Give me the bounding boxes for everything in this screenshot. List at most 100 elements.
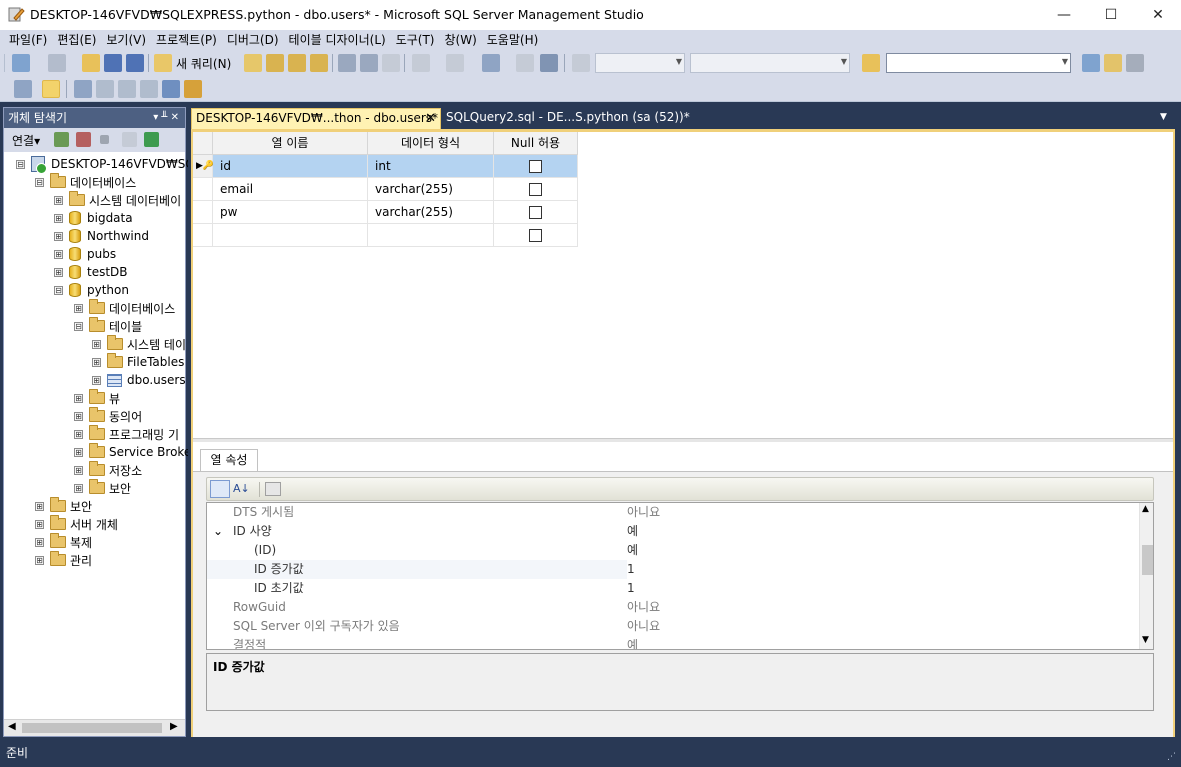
property-row[interactable]: RowGuid 아니요 bbox=[207, 598, 1139, 617]
expand-icon[interactable]: ⊞ bbox=[54, 267, 63, 277]
scrollbar-thumb[interactable] bbox=[1142, 545, 1153, 575]
menu-view[interactable]: 보기(V) bbox=[101, 30, 151, 50]
tree-node-dbo-users[interactable]: ⊞ dbo.users bbox=[92, 371, 186, 389]
tree-node-databases[interactable]: ⊟ 데이터베이스 bbox=[35, 173, 136, 191]
expand-icon[interactable]: ⊞ bbox=[74, 465, 83, 475]
tree-node-service-broker[interactable]: ⊞ Service Broker bbox=[74, 443, 196, 461]
property-pages-icon[interactable] bbox=[265, 482, 281, 496]
tab-sqlquery2[interactable]: SQLQuery2.sql - DE...S.python (sa (52))* bbox=[446, 108, 690, 129]
expand-icon[interactable]: ⊞ bbox=[74, 447, 83, 457]
expand-icon[interactable]: ⊞ bbox=[92, 339, 101, 349]
paste-icon[interactable] bbox=[382, 54, 400, 72]
expand-icon[interactable]: ⊞ bbox=[35, 519, 44, 529]
menu-debug[interactable]: 디버그(D) bbox=[222, 30, 284, 50]
row-selector[interactable] bbox=[193, 178, 213, 201]
tree-node-system-tables[interactable]: ⊞ 시스템 테이 bbox=[92, 335, 186, 353]
scrollbar-thumb[interactable] bbox=[22, 723, 162, 733]
row-selector[interactable] bbox=[193, 224, 213, 247]
save-all-icon[interactable] bbox=[126, 54, 144, 72]
check-constraints-icon[interactable] bbox=[162, 80, 180, 98]
panel-pin-close-icons[interactable]: ▾ ╨ ✕ bbox=[153, 108, 179, 128]
cell-data-type[interactable] bbox=[368, 224, 494, 247]
allow-nulls-checkbox[interactable] bbox=[529, 160, 542, 173]
new-query-icon[interactable] bbox=[154, 54, 172, 72]
scroll-right-icon[interactable]: ▶ bbox=[170, 721, 178, 732]
property-row[interactable]: 결정적 예 bbox=[207, 636, 1139, 649]
fulltext-index-icon[interactable] bbox=[118, 80, 136, 98]
menu-file[interactable]: 파일(F) bbox=[4, 30, 52, 50]
activity-monitor-icon[interactable] bbox=[540, 54, 558, 72]
expand-icon[interactable]: ⊞ bbox=[35, 555, 44, 565]
collapse-chevron-icon[interactable]: ⌄ bbox=[213, 522, 223, 541]
navigate-icon[interactable] bbox=[482, 54, 500, 72]
tree-node-server-objects[interactable]: ⊞ 서버 개체 bbox=[35, 515, 118, 533]
expand-icon[interactable]: ⊞ bbox=[74, 393, 83, 403]
expand-icon[interactable]: ⊞ bbox=[74, 483, 83, 493]
tree-node-replication[interactable]: ⊞ 복제 bbox=[35, 533, 92, 551]
primary-key-icon[interactable] bbox=[42, 80, 60, 98]
expand-icon[interactable]: ⊞ bbox=[54, 231, 63, 241]
solution-explorer-icon[interactable] bbox=[1082, 54, 1100, 72]
categorized-icon[interactable] bbox=[210, 480, 230, 498]
disconnect-icon[interactable] bbox=[76, 132, 91, 147]
resize-grip-icon[interactable]: ⋰ bbox=[1167, 746, 1177, 762]
tab-list-dropdown-icon[interactable]: ▼ bbox=[1160, 112, 1167, 122]
cell-data-type[interactable]: int bbox=[368, 155, 494, 178]
undo-icon[interactable] bbox=[412, 54, 430, 72]
cut-icon[interactable] bbox=[338, 54, 356, 72]
allow-nulls-checkbox[interactable] bbox=[529, 183, 542, 196]
expand-icon[interactable]: ⊞ bbox=[35, 501, 44, 511]
add-item-icon[interactable] bbox=[48, 54, 66, 72]
tree-node-system-databases[interactable]: ⊞ 시스템 데이터베이 bbox=[54, 191, 181, 209]
minimize-button[interactable]: — bbox=[1041, 0, 1087, 30]
expand-icon[interactable]: ⊞ bbox=[92, 357, 101, 367]
collapse-icon[interactable]: ⊟ bbox=[35, 177, 44, 187]
tree-node-pubs[interactable]: ⊞ pubs bbox=[54, 245, 116, 263]
property-row[interactable]: DTS 게시됨 아니요 bbox=[207, 503, 1139, 522]
expand-icon[interactable]: ⊞ bbox=[74, 429, 83, 439]
menu-edit[interactable]: 편집(E) bbox=[52, 30, 101, 50]
solution-config-combo[interactable]: ▼ bbox=[595, 53, 685, 73]
tree-node-db-security[interactable]: ⊞ 보안 bbox=[74, 479, 131, 497]
maximize-button[interactable]: ☐ bbox=[1088, 0, 1134, 30]
tree-node-database-diagrams[interactable]: ⊞ 데이터베이스 bbox=[74, 299, 175, 317]
tab-table-designer[interactable]: DESKTOP-146VFVD₩...thon - dbo.users* ✕ bbox=[191, 108, 441, 129]
spatial-index-icon[interactable] bbox=[184, 80, 202, 98]
tree-node-northwind[interactable]: ⊞ Northwind bbox=[54, 227, 149, 245]
alphabetical-icon[interactable]: A↓ bbox=[233, 480, 251, 498]
collapse-icon[interactable]: ⊟ bbox=[74, 321, 83, 331]
allow-nulls-checkbox[interactable] bbox=[529, 206, 542, 219]
database-engine-query-icon[interactable] bbox=[244, 54, 262, 72]
close-tab-icon[interactable]: ✕ bbox=[425, 109, 436, 128]
tab-column-properties[interactable]: 열 속성 bbox=[200, 449, 258, 471]
open-file-icon[interactable] bbox=[82, 54, 100, 72]
xmla-query-icon[interactable] bbox=[310, 54, 328, 72]
xml-index-icon[interactable] bbox=[140, 80, 158, 98]
expand-icon[interactable]: ⊞ bbox=[54, 195, 63, 205]
dropdown-icon[interactable] bbox=[516, 54, 534, 72]
property-row[interactable]: ID 초기값 1 bbox=[207, 579, 1139, 598]
tree-node-filetables[interactable]: ⊞ FileTables bbox=[92, 353, 184, 371]
cell-column-name[interactable]: id bbox=[213, 155, 368, 178]
property-grid-scrollbar[interactable]: ▲ ▼ bbox=[1139, 503, 1153, 649]
refresh-icon[interactable] bbox=[144, 132, 159, 147]
relationships-icon[interactable] bbox=[74, 80, 92, 98]
tree-node-tables[interactable]: ⊟ 테이블 bbox=[74, 317, 142, 335]
menu-help[interactable]: 도움말(H) bbox=[482, 30, 544, 50]
property-row-identity-spec[interactable]: ⌄ ID 사양 예 bbox=[207, 522, 1139, 541]
menu-table-designer[interactable]: 테이블 디자이너(L) bbox=[284, 30, 391, 50]
close-button[interactable]: ✕ bbox=[1135, 0, 1181, 30]
tree-node-python[interactable]: ⊟ python bbox=[54, 281, 129, 299]
connect-object-icon[interactable] bbox=[54, 132, 69, 147]
tree-node-bigdata[interactable]: ⊞ bigdata bbox=[54, 209, 133, 227]
scroll-left-icon[interactable]: ◀ bbox=[8, 721, 16, 732]
row-selector[interactable] bbox=[193, 201, 213, 224]
cell-column-name[interactable]: email bbox=[213, 178, 368, 201]
scroll-down-icon[interactable]: ▼ bbox=[1142, 635, 1149, 645]
cell-data-type[interactable]: varchar(255) bbox=[368, 201, 494, 224]
property-row-selected[interactable]: ID 증가값 1 bbox=[207, 560, 1139, 579]
tree-node-management[interactable]: ⊞ 관리 bbox=[35, 551, 92, 569]
collapse-icon[interactable]: ⊟ bbox=[54, 285, 63, 295]
expand-icon[interactable]: ⊞ bbox=[74, 411, 83, 421]
tree-node-synonyms[interactable]: ⊞ 동의어 bbox=[74, 407, 142, 425]
